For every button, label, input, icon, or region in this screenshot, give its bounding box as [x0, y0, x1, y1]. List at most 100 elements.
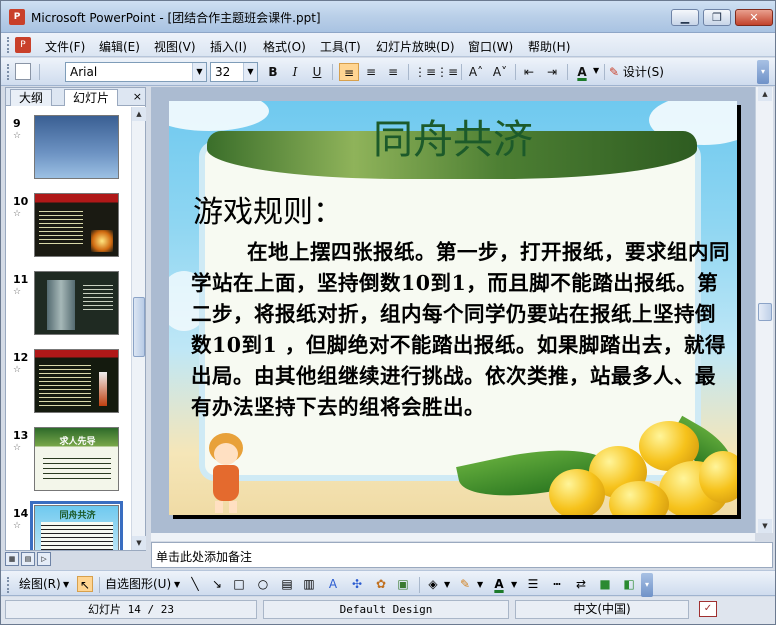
thumbnails-scrollbar[interactable]: ▲ ▼	[131, 107, 146, 550]
menu-grip-icon[interactable]	[7, 37, 10, 53]
draw-menu-button[interactable]: 绘图(R)	[19, 576, 61, 592]
align-center-button[interactable]: ≡	[361, 63, 381, 81]
minimize-button[interactable]: ▁	[671, 9, 699, 26]
animation-star-icon: ☆	[13, 443, 22, 453]
pane-tabs: 大纲 幻灯片 ×	[6, 88, 145, 106]
scrollbar-thumb[interactable]	[758, 303, 772, 321]
wordart-icon[interactable]: A	[325, 576, 341, 592]
shadow-icon[interactable]: ■	[597, 576, 613, 592]
numbering-button[interactable]: ⋮≡	[414, 63, 436, 81]
bold-button[interactable]: B	[263, 63, 283, 81]
chevron-down-icon[interactable]: ▼	[444, 580, 450, 589]
notes-pane[interactable]: 单击此处添加备注	[151, 542, 773, 568]
slide-thumbnail[interactable]: 13 ☆ 求人先导	[6, 423, 130, 501]
menu-file[interactable]: 文件(F)	[45, 38, 85, 55]
spelling-check-icon[interactable]: ✓	[699, 601, 717, 617]
chevron-down-icon[interactable]: ▼	[63, 580, 69, 589]
chevron-down-icon[interactable]: ▼	[477, 580, 483, 589]
italic-button[interactable]: I	[285, 63, 305, 81]
horizontal-scrollbar[interactable]	[151, 533, 755, 541]
tab-outline[interactable]: 大纲	[10, 89, 53, 106]
textbox-icon[interactable]: ▤	[279, 576, 295, 592]
toolbar-options-icon[interactable]: ▾	[757, 60, 769, 84]
menu-window[interactable]: 窗口(W)	[468, 38, 513, 55]
arrow-icon[interactable]: ↘	[209, 576, 225, 592]
oval-icon[interactable]: ○	[255, 576, 271, 592]
scroll-up-icon[interactable]: ▲	[758, 87, 772, 101]
scrollbar-thumb[interactable]	[133, 297, 145, 357]
font-size-combo[interactable]: 32 ▼	[210, 62, 258, 82]
slide-thumbnail-selected[interactable]: 14 ☆ 同舟共济	[6, 501, 130, 550]
slide-thumbnail[interactable]: 11 ☆	[6, 267, 130, 345]
scroll-down-icon[interactable]: ▼	[132, 536, 146, 550]
scroll-down-icon[interactable]: ▼	[758, 519, 772, 533]
menu-insert[interactable]: 插入(I)	[210, 38, 247, 55]
slide-scrollbar[interactable]: ▲ ▼	[755, 87, 773, 533]
slide-sorter-view-icon[interactable]: ▤	[21, 552, 35, 566]
menu-help[interactable]: 帮助(H)	[528, 38, 570, 55]
toolbar-grip-icon[interactable]	[7, 577, 10, 593]
toolbar-grip-icon[interactable]	[7, 64, 10, 80]
toolbar-separator	[99, 577, 100, 593]
menu-slideshow[interactable]: 幻灯片放映(D)	[376, 38, 455, 55]
font-color-button[interactable]: A	[572, 63, 592, 81]
close-icon[interactable]: ×	[133, 90, 142, 103]
close-button[interactable]: ✕	[735, 9, 773, 26]
decrease-indent-button[interactable]: ⇤	[519, 63, 539, 81]
increase-font-size-button[interactable]: A˄	[466, 63, 486, 81]
slide-thumbnail[interactable]: 10 ☆	[6, 189, 130, 267]
align-left-button[interactable]: ≡	[339, 63, 359, 81]
underline-button[interactable]: U	[307, 63, 327, 81]
3d-icon[interactable]: ◧	[621, 576, 637, 592]
line-style-icon[interactable]: ☰	[525, 576, 541, 592]
powerpoint-window: P Microsoft PowerPoint - [团结合作主题班会课件.ppt…	[0, 0, 776, 625]
font-name-combo[interactable]: Arial ▼	[65, 62, 207, 82]
align-right-button[interactable]: ≡	[383, 63, 403, 81]
restore-button[interactable]: ❐	[703, 9, 731, 26]
diagram-icon[interactable]: ✣	[349, 576, 365, 592]
notes-placeholder[interactable]: 单击此处添加备注	[156, 548, 252, 565]
scroll-up-icon[interactable]: ▲	[132, 107, 146, 121]
powerpoint-app-icon[interactable]: P	[9, 9, 25, 25]
slide-body-text[interactable]: 在地上摆四张报纸。第一步，打开报纸，要求组内同学站在上面，坚持倒数10到1，而且…	[191, 237, 731, 423]
bullets-button[interactable]: ⋮≡	[436, 63, 458, 81]
chevron-down-icon[interactable]: ▼	[511, 580, 517, 589]
current-slide[interactable]: 同舟共济 游戏规则： 在地上摆四张报纸。第一步，打开报纸，要求组内同学站在上面，…	[169, 101, 737, 515]
font-color-icon[interactable]: A	[491, 576, 507, 592]
chevron-down-icon[interactable]: ▼	[593, 66, 599, 75]
tab-slides[interactable]: 幻灯片	[64, 89, 119, 106]
increase-indent-button[interactable]: ⇥	[542, 63, 562, 81]
line-icon[interactable]: ╲	[187, 576, 203, 592]
new-document-icon[interactable]	[15, 63, 31, 80]
picture-icon[interactable]: ▣	[395, 576, 411, 592]
fill-color-icon[interactable]: ◈	[425, 576, 441, 592]
menu-tools[interactable]: 工具(T)	[320, 38, 361, 55]
normal-view-icon[interactable]: ▦	[5, 552, 19, 566]
document-icon[interactable]: P	[15, 37, 31, 53]
toolbar-options-icon[interactable]: ▾	[641, 573, 653, 597]
slide-thumbnail[interactable]: 12 ☆	[6, 345, 130, 423]
chevron-down-icon[interactable]: ▼	[192, 63, 206, 81]
dash-style-icon[interactable]: ┅	[549, 576, 565, 592]
select-pointer-icon[interactable]: ↖	[77, 576, 93, 592]
vertical-textbox-icon[interactable]: ▥	[301, 576, 317, 592]
slide-heading[interactable]: 游戏规则：	[193, 187, 343, 231]
menu-view[interactable]: 视图(V)	[154, 38, 196, 55]
design-button[interactable]: ✎ 设计(S)	[609, 63, 664, 81]
slideshow-view-icon[interactable]: ▷	[37, 552, 51, 566]
chevron-down-icon[interactable]: ▼	[174, 580, 180, 589]
menu-format[interactable]: 格式(O)	[263, 38, 306, 55]
rectangle-icon[interactable]: □	[231, 576, 247, 592]
menu-edit[interactable]: 编辑(E)	[99, 38, 140, 55]
slide-title[interactable]: 同舟共济	[169, 107, 737, 165]
chevron-down-icon[interactable]: ▼	[243, 63, 257, 81]
animation-star-icon: ☆	[13, 131, 22, 141]
status-design-name[interactable]: Default Design	[263, 600, 509, 619]
autoshapes-menu-button[interactable]: 自选图形(U)	[105, 576, 171, 592]
line-color-icon[interactable]: ✎	[457, 576, 473, 592]
slide-thumbnails: 9 ☆ 10 ☆ 11 ☆ 12 ☆ 13 ☆ 求人先导 14 ☆ 同舟共济	[6, 107, 130, 550]
slide-thumbnail[interactable]: 9 ☆	[6, 111, 130, 189]
decrease-font-size-button[interactable]: A˅	[490, 63, 510, 81]
clipart-icon[interactable]: ✿	[373, 576, 389, 592]
arrow-style-icon[interactable]: ⇄	[573, 576, 589, 592]
